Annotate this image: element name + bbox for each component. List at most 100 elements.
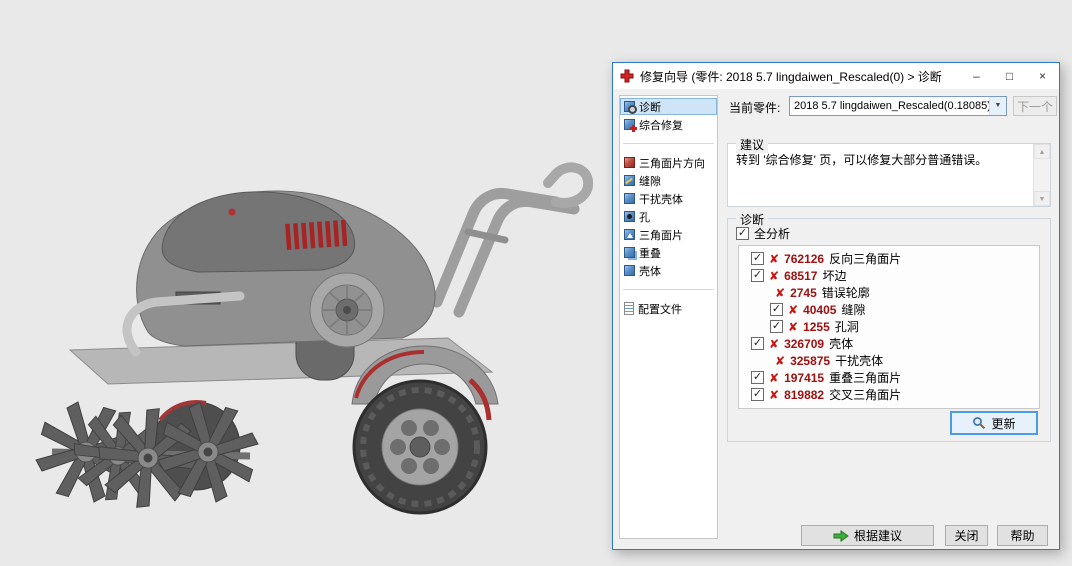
next-button[interactable]: 下一个 (1013, 96, 1057, 116)
sidebar-item-interfering-shells[interactable]: 干扰壳体 (620, 190, 717, 207)
diagnosis-row[interactable]: ✓ ✘ 819882 交叉三角面片 (751, 386, 1039, 403)
suggestion-text: 转到 '综合修复' 页，可以修复大部分普通错误。 (736, 153, 988, 167)
maximize-button[interactable]: □ (993, 63, 1026, 89)
error-label: 壳体 (829, 337, 854, 351)
diagnosis-row[interactable]: ✓ ✘ 40405 缝隙 (751, 301, 1039, 318)
apply-suggestion-button[interactable]: 根据建议 (801, 525, 934, 546)
error-count: 40405 (803, 302, 837, 317)
suggestion-title: 建议 (736, 136, 769, 153)
sidebar-item-label: 综合修复 (639, 119, 683, 132)
gap-icon (624, 175, 635, 186)
error-count: 819882 (784, 387, 825, 402)
magnifier-icon (973, 417, 986, 430)
sidebar-item-label: 缝隙 (639, 175, 661, 188)
suggestion-scrollbar[interactable]: ▲ ▼ (1033, 144, 1050, 206)
error-x-icon: ✘ (769, 336, 780, 351)
full-analysis-label: 全分析 (754, 227, 791, 241)
sidebar-item-holes[interactable]: 孔 (620, 208, 717, 225)
shell-icon (624, 265, 635, 276)
diagnosis-groupbox: 诊断 ✓ 全分析 ✓ ✘ 762126 反向三角面片 ✓ ✘ 68517 坏边 (727, 211, 1051, 442)
current-part-label: 当前零件: (729, 101, 781, 115)
full-analysis-row[interactable]: ✓ 全分析 (736, 225, 790, 242)
error-label: 重叠三角面片 (829, 371, 902, 385)
sidebar-separator (623, 143, 714, 144)
green-arrow-icon (833, 529, 849, 542)
current-part-select[interactable]: 2018 5.7 lingdaiwen_Rescaled(0.18085) ▼ (789, 96, 1007, 116)
checkbox[interactable]: ✓ (770, 303, 783, 316)
error-label: 交叉三角面片 (829, 388, 902, 402)
help-button-label: 帮助 (1010, 529, 1035, 543)
sidebar-item-diagnosis[interactable]: 诊断 (620, 98, 717, 115)
minimize-button[interactable]: – (960, 63, 993, 89)
diagnosis-list: ✓ ✘ 762126 反向三角面片 ✓ ✘ 68517 坏边 ✘ 2745 错误… (738, 245, 1040, 409)
sidebar-item-label: 干扰壳体 (639, 193, 683, 206)
diagnosis-row[interactable]: ✘ 325875 干扰壳体 (751, 352, 1039, 369)
sidebar-item-gaps[interactable]: 缝隙 (620, 172, 717, 189)
error-x-icon: ✘ (788, 302, 799, 317)
close-button[interactable]: 关闭 (945, 525, 988, 546)
combined-repair-icon (624, 119, 637, 132)
sidebar-item-overlap[interactable]: 重叠 (620, 244, 717, 261)
profile-icon (624, 302, 634, 315)
dialog-titlebar[interactable]: 修复向导 (零件: 2018 5.7 lingdaiwen_Rescaled(0… (613, 63, 1059, 89)
sidebar: 诊断 综合修复 三角面片方向 缝隙 干扰壳体 孔 三角面片 重叠 壳体 配置文件 (619, 95, 718, 539)
error-count: 325875 (790, 353, 831, 368)
sidebar-item-label: 重叠 (639, 247, 661, 260)
sidebar-separator (623, 289, 714, 290)
model-tiller-machine (35, 162, 594, 524)
scroll-down-icon[interactable]: ▼ (1034, 191, 1050, 206)
update-button[interactable]: 更新 (950, 411, 1038, 435)
error-x-icon: ✘ (769, 251, 780, 266)
diagnosis-row[interactable]: ✓ ✘ 326709 壳体 (751, 335, 1039, 352)
error-x-icon: ✘ (775, 353, 786, 368)
triangle-icon (624, 229, 635, 240)
checkbox[interactable]: ✓ (751, 388, 764, 401)
error-x-icon: ✘ (769, 387, 780, 402)
error-count: 1255 (803, 319, 830, 334)
sidebar-item-label: 诊断 (639, 101, 661, 114)
diagnosis-icon (624, 101, 637, 114)
error-count: 326709 (784, 336, 825, 351)
scroll-up-icon[interactable]: ▲ (1034, 144, 1050, 159)
close-button-label: 关闭 (954, 529, 979, 543)
diagnosis-row[interactable]: ✓ ✘ 68517 坏边 (751, 267, 1039, 284)
error-label: 缝隙 (841, 303, 866, 317)
diagnosis-row[interactable]: ✓ ✘ 762126 反向三角面片 (751, 250, 1039, 267)
error-count: 762126 (784, 251, 825, 266)
close-icon[interactable]: × (1026, 63, 1059, 89)
repair-wizard-icon (620, 69, 634, 83)
checkbox[interactable]: ✓ (751, 269, 764, 282)
checkbox[interactable]: ✓ (751, 371, 764, 384)
apply-suggestion-label: 根据建议 (853, 529, 902, 543)
sidebar-item-profile[interactable]: 配置文件 (620, 300, 717, 317)
sidebar-item-shells[interactable]: 壳体 (620, 262, 717, 279)
dialog-title: 修复向导 (零件: 2018 5.7 lingdaiwen_Rescaled(0… (640, 69, 942, 84)
update-button-label: 更新 (991, 416, 1016, 431)
help-button[interactable]: 帮助 (997, 525, 1048, 546)
error-x-icon: ✘ (788, 319, 799, 334)
sidebar-item-triangle-orientation[interactable]: 三角面片方向 (620, 154, 717, 171)
checkbox[interactable]: ✓ (770, 320, 783, 333)
suggestion-groupbox: 建议 转到 '综合修复' 页，可以修复大部分普通错误。 ▲ ▼ (727, 136, 1051, 207)
checkbox[interactable]: ✓ (751, 337, 764, 350)
diagnosis-row[interactable]: ✓ ✘ 197415 重叠三角面片 (751, 369, 1039, 386)
checkbox[interactable]: ✓ (751, 252, 764, 265)
diagnosis-row[interactable]: ✓ ✘ 1255 孔洞 (751, 318, 1039, 335)
sidebar-item-label: 配置文件 (638, 303, 682, 316)
sidebar-item-label: 壳体 (639, 265, 661, 278)
sidebar-item-triangles[interactable]: 三角面片 (620, 226, 717, 243)
desktop-background: 修复向导 (零件: 2018 5.7 lingdaiwen_Rescaled(0… (0, 0, 1072, 566)
sidebar-item-combined-repair[interactable]: 综合修复 (620, 116, 717, 133)
error-x-icon: ✘ (775, 285, 786, 300)
error-x-icon: ✘ (769, 268, 780, 283)
error-label: 孔洞 (834, 320, 859, 334)
sidebar-item-label: 三角面片 (639, 229, 683, 242)
diagnosis-row[interactable]: ✘ 2745 错误轮廓 (751, 284, 1039, 301)
full-analysis-checkbox[interactable]: ✓ (736, 227, 749, 240)
next-button-label: 下一个 (1016, 99, 1053, 114)
error-label: 反向三角面片 (829, 252, 902, 266)
error-label: 错误轮廓 (821, 286, 870, 300)
chevron-down-icon[interactable]: ▼ (989, 97, 1006, 115)
error-label: 坏边 (822, 269, 847, 283)
error-count: 197415 (784, 370, 825, 385)
